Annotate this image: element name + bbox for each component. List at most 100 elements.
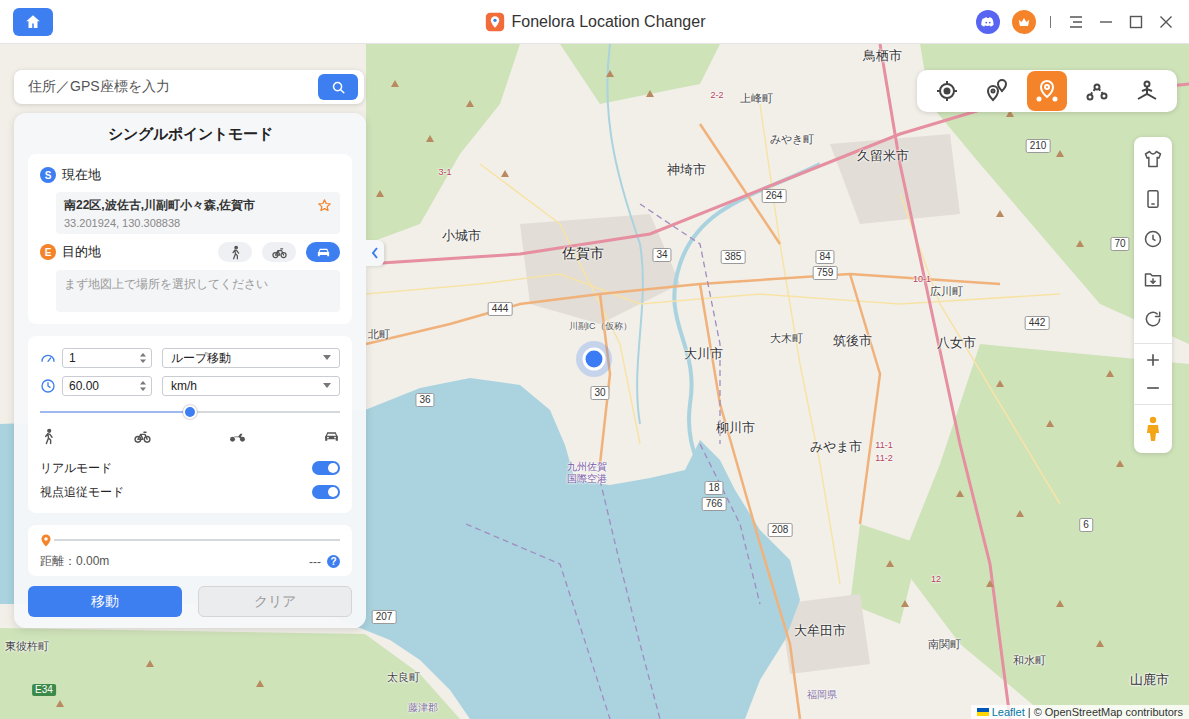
slider-thumb[interactable] — [183, 405, 197, 419]
map[interactable]: 鳥栖市上峰町みやき町神埼市久留米市小城市佐賀市大川市大木町筑後市八女市広川町柳川… — [0, 44, 1189, 719]
start-label: 現在地 — [62, 166, 101, 184]
road-number: 766 — [702, 497, 727, 511]
transport-mode-button[interactable] — [306, 242, 340, 262]
control-panel: シングルポイントモード S 現在地 南22区,波佐古,川副町小々森,佐賀市 33… — [14, 113, 366, 628]
bike-icon — [272, 245, 287, 260]
search-bar: 住所／GPS座標を入力 — [14, 70, 364, 104]
help-button[interactable]: ? — [327, 555, 340, 568]
collapse-panel-button[interactable] — [366, 240, 384, 266]
minimize-button[interactable] — [1095, 11, 1117, 33]
toggle-row: リアルモード — [40, 459, 340, 477]
side-tool-button[interactable] — [1134, 179, 1172, 219]
start-badge: S — [40, 167, 56, 183]
spinner-arrows-icon[interactable] — [139, 380, 147, 392]
place-label: 上峰町 — [740, 92, 773, 105]
side-toolbar — [1134, 137, 1172, 453]
action-button[interactable]: クリア — [198, 586, 352, 617]
leaflet-link[interactable]: Leaflet — [992, 706, 1025, 718]
mode-button[interactable] — [1077, 71, 1117, 111]
place-label: 山鹿市 — [1130, 672, 1169, 688]
place-label: 鳥栖市 — [863, 48, 902, 64]
place-label: 太良町 — [387, 671, 420, 684]
close-icon — [1159, 15, 1173, 29]
search-input[interactable]: 住所／GPS座標を入力 — [28, 78, 310, 96]
mode-button[interactable] — [977, 71, 1017, 111]
title-bar: Fonelora Location Changer — [0, 0, 1189, 44]
toggle-row: 視点追従モード — [40, 483, 340, 501]
favorite-star-icon[interactable] — [317, 198, 332, 213]
place-label: 川副IC（仮称） — [569, 321, 632, 332]
street-view-button[interactable] — [1134, 409, 1172, 449]
clock-icon — [40, 378, 56, 394]
car-icon — [323, 428, 340, 445]
home-button[interactable] — [13, 8, 53, 36]
location-marker[interactable] — [576, 341, 612, 377]
repeat-count-input[interactable]: 1 — [62, 348, 152, 368]
transport-mode-button[interactable] — [262, 242, 296, 262]
close-button[interactable] — [1155, 11, 1177, 33]
road-number: 18 — [704, 481, 723, 495]
side-tool-button[interactable] — [1134, 259, 1172, 299]
zoom-out-button[interactable] — [1134, 374, 1172, 402]
search-button[interactable] — [318, 74, 358, 100]
two-spot-icon — [985, 79, 1009, 103]
phone-icon — [1143, 189, 1163, 209]
place-label: 大牟田市 — [794, 623, 846, 639]
discord-button[interactable] — [976, 10, 1000, 34]
maximize-icon — [1129, 15, 1143, 29]
zoom-in-button[interactable] — [1134, 346, 1172, 374]
place-label: みやま市 — [810, 439, 862, 455]
side-tool-button[interactable] — [1134, 219, 1172, 259]
place-label: 広川町 — [930, 285, 963, 298]
place-label: 大川市 — [684, 346, 723, 362]
panel-title: シングルポイントモード — [28, 113, 352, 144]
chevron-left-icon — [371, 247, 379, 259]
premium-button[interactable] — [1012, 10, 1036, 34]
road-number: 84 — [815, 250, 834, 264]
walk-icon — [40, 428, 57, 445]
start-coords: 33.201924, 130.308838 — [64, 217, 255, 229]
side-tool-button[interactable] — [1134, 299, 1172, 339]
road-number: 385 — [721, 250, 746, 264]
action-button[interactable]: 移動 — [28, 586, 182, 617]
transport-mode-button[interactable] — [218, 242, 252, 262]
toggle-switch[interactable] — [312, 485, 340, 499]
place-label: 福岡県 — [807, 689, 837, 701]
side-tool-button[interactable] — [1134, 139, 1172, 179]
plus-icon — [1143, 350, 1163, 370]
speed-unit-select[interactable]: km/h — [162, 376, 340, 396]
toggle-switch[interactable] — [312, 461, 340, 475]
road-number: 34 — [652, 248, 671, 262]
menu-button[interactable] — [1065, 11, 1087, 33]
end-badge: E — [40, 244, 56, 260]
place-label: 小城市 — [442, 228, 481, 244]
road-number: 6 — [1079, 518, 1093, 532]
route-mode-select[interactable]: ループ移動 — [162, 348, 340, 368]
speed-input[interactable]: 60.00 — [62, 376, 152, 396]
home-icon — [24, 13, 42, 31]
spinner-arrows-icon[interactable] — [139, 352, 147, 364]
road-number: 36 — [415, 393, 434, 407]
place-label: 佐賀市 — [562, 245, 604, 262]
search-icon — [331, 80, 346, 95]
place-label: 八女市 — [937, 335, 976, 351]
mode-button[interactable] — [927, 71, 967, 111]
menu-icon — [1069, 15, 1083, 29]
mode-button[interactable] — [1027, 71, 1067, 111]
maximize-button[interactable] — [1125, 11, 1147, 33]
shirt-icon — [1143, 149, 1163, 169]
separator — [1050, 16, 1051, 28]
place-label: 北町 — [368, 328, 390, 341]
jump-icon — [1085, 79, 1109, 103]
road-number: 264 — [762, 189, 787, 203]
road-number: 442 — [1025, 316, 1050, 330]
end-label: 目的地 — [62, 243, 101, 261]
progress-bar — [40, 533, 340, 547]
import-icon — [1143, 269, 1163, 289]
mode-button[interactable] — [1127, 71, 1167, 111]
destination-field[interactable]: まず地図上で場所を選択してください — [56, 270, 340, 312]
pegman-icon — [1146, 416, 1160, 442]
speed-slider[interactable] — [40, 404, 340, 420]
speed-presets — [40, 428, 340, 453]
caret-down-icon — [323, 383, 331, 389]
